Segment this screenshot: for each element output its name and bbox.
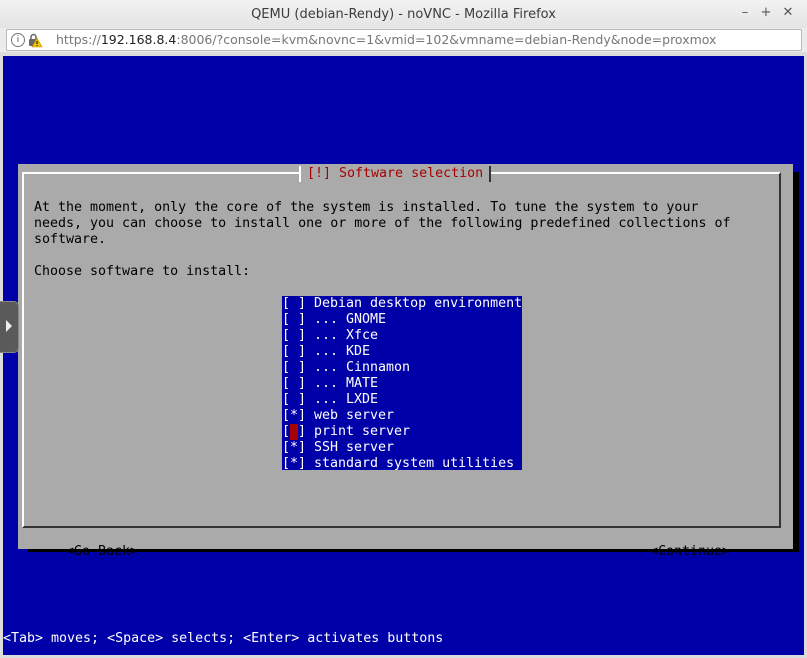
software-selection-dialog: [!] Software selection At the moment, on… bbox=[18, 164, 793, 559]
novnc-control-bar-handle[interactable] bbox=[0, 301, 19, 353]
text-cursor bbox=[290, 424, 299, 440]
checkbox[interactable]: [ ] bbox=[282, 424, 306, 440]
software-item-kde[interactable]: [ ]... KDE bbox=[282, 344, 522, 360]
checkbox[interactable]: [ ] bbox=[282, 360, 306, 376]
software-item-standard-utilities[interactable]: [*] standard system utilities bbox=[282, 456, 522, 472]
software-item-xfce[interactable]: [ ]... Xfce bbox=[282, 328, 522, 344]
window-titlebar: QEMU (debian-Rendy) - noVNC - Mozilla Fi… bbox=[0, 0, 807, 29]
checkbox[interactable]: [ ] bbox=[282, 392, 306, 408]
checkbox[interactable]: [ ] bbox=[282, 328, 306, 344]
site-info-icon[interactable]: i bbox=[11, 33, 25, 47]
software-item-debian-desktop[interactable]: [ ] Debian desktop environment bbox=[282, 296, 522, 312]
minimize-icon[interactable]: – bbox=[737, 5, 753, 21]
software-item-cinnamon[interactable]: [ ]... Cinnamon bbox=[282, 360, 522, 376]
software-item-ssh-server[interactable]: [*] SSH server bbox=[282, 440, 522, 456]
checkbox[interactable]: [ ] bbox=[282, 296, 306, 312]
url-bar[interactable]: i https://192.168.8.4:8006/?console=kvm&… bbox=[6, 29, 802, 51]
insecure-lock-icon[interactable] bbox=[27, 32, 43, 48]
software-item-lxde[interactable]: [ ]... LXDE bbox=[282, 392, 522, 408]
checkbox[interactable]: [ ] bbox=[282, 344, 306, 360]
software-item-web-server[interactable]: [*] web server bbox=[282, 408, 522, 424]
window-title: QEMU (debian-Rendy) - noVNC - Mozilla Fi… bbox=[251, 7, 556, 22]
checkbox[interactable]: [ ] bbox=[282, 312, 306, 328]
description-line: software. bbox=[34, 232, 107, 247]
checkbox[interactable]: [*] bbox=[282, 456, 306, 472]
checkbox[interactable]: [*] bbox=[282, 408, 306, 424]
url-text[interactable]: https://192.168.8.4:8006/?console=kvm&no… bbox=[56, 32, 716, 47]
checkbox[interactable]: [*] bbox=[282, 440, 306, 456]
vnc-console[interactable]: [!] Software selection At the moment, on… bbox=[3, 56, 804, 655]
checkbox[interactable]: [ ] bbox=[282, 376, 306, 392]
description-line: needs, you can choose to install one or … bbox=[34, 216, 731, 231]
continue-button[interactable]: <Continue> bbox=[650, 544, 730, 560]
url-scheme: https:// bbox=[56, 32, 101, 47]
expand-arrow-icon bbox=[6, 320, 12, 332]
software-item-gnome[interactable]: [ ]... GNOME bbox=[282, 312, 522, 328]
dialog-description: At the moment, only the core of the syst… bbox=[34, 200, 774, 248]
status-line: <Tab> moves; <Space> selects; <Enter> ac… bbox=[3, 631, 444, 646]
software-item-print-server[interactable]: [ ] print server bbox=[282, 424, 522, 440]
dialog-title: [!] Software selection bbox=[299, 166, 492, 182]
maximize-icon[interactable]: + bbox=[758, 5, 774, 21]
go-back-button[interactable]: <Go Back> bbox=[66, 544, 138, 560]
description-line: At the moment, only the core of the syst… bbox=[34, 200, 699, 215]
url-host: 192.168.8.4 bbox=[100, 32, 177, 47]
choose-software-prompt: Choose software to install: bbox=[34, 264, 251, 279]
close-icon[interactable]: ✕ bbox=[780, 5, 796, 21]
url-rest: :8006/?console=kvm&novnc=1&vmid=102&vmna… bbox=[176, 32, 717, 47]
software-list[interactable]: [ ] Debian desktop environment [ ]... GNO… bbox=[282, 296, 522, 472]
software-item-mate[interactable]: [ ]... MATE bbox=[282, 376, 522, 392]
navigation-bar: i https://192.168.8.4:8006/?console=kvm&… bbox=[0, 28, 807, 52]
